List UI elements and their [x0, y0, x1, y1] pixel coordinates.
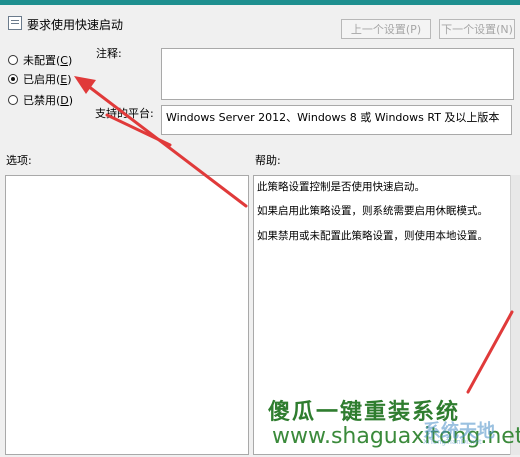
radio-circle-not-configured[interactable] [8, 55, 18, 65]
watermark-logo: 系统天地 XiTongTianDi.net [409, 417, 513, 449]
radio-enabled[interactable]: 已启用(E) [8, 71, 72, 87]
supported-platform-value: Windows Server 2012、Windows 8 或 Windows … [166, 111, 500, 124]
previous-setting-button[interactable]: 上一个设置(P) [341, 19, 431, 39]
help-scrollbar[interactable] [510, 175, 520, 455]
next-setting-button[interactable]: 下一个设置(N) [439, 19, 515, 39]
options-label: 选项: [6, 154, 32, 167]
help-label: 帮助: [255, 154, 281, 167]
arrow-head-enabled [74, 76, 96, 94]
help-text-line: 如果禁用或未配置此策略设置，则使用本地设置。 [257, 230, 488, 242]
radio-not-configured[interactable]: 未配置(C) [8, 52, 72, 68]
radio-disabled[interactable]: 已禁用(D) [8, 92, 73, 108]
comment-label: 注释: [96, 47, 122, 60]
supported-platform-label: 支持的平台: [95, 107, 154, 120]
help-text-line: 如果启用此策略设置，则系统需要启用休眠模式。 [257, 205, 488, 217]
radio-label-enabled: 已启用(E) [23, 73, 72, 86]
comment-textarea[interactable] [161, 48, 514, 100]
radio-label-disabled: 已禁用(D) [23, 94, 74, 107]
policy-document-icon [8, 16, 22, 30]
radio-circle-enabled[interactable] [8, 74, 18, 84]
options-panel [5, 175, 249, 455]
watermark-logo-sub: XiTongTianDi.net [423, 438, 482, 446]
help-text-line: 此策略设置控制是否使用快速启动。 [257, 181, 425, 193]
policy-title: 要求使用快速启动 [27, 18, 124, 32]
radio-label-not-configured: 未配置(C) [23, 54, 73, 67]
supported-platform-field: Windows Server 2012、Windows 8 或 Windows … [161, 105, 512, 135]
radio-circle-disabled[interactable] [8, 95, 18, 105]
